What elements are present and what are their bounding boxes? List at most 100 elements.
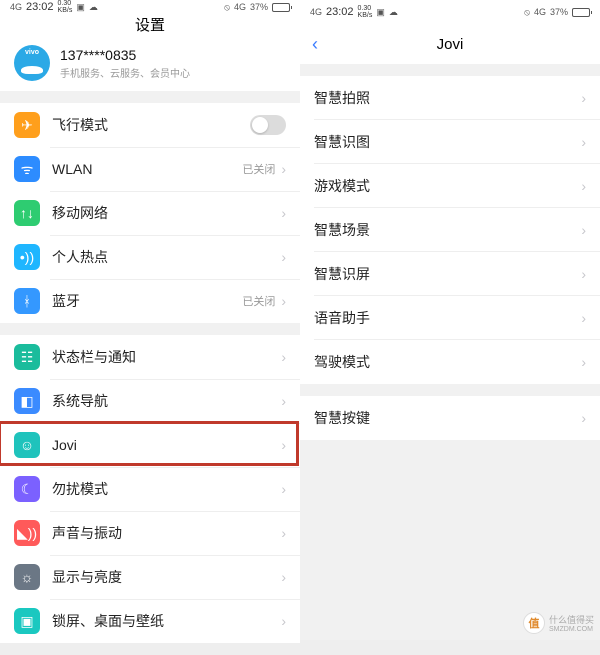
chevron-right-icon: › bbox=[281, 249, 286, 265]
jovi-row[interactable]: 游戏模式› bbox=[300, 164, 600, 208]
row-airplane[interactable]: ✈ 飞行模式 bbox=[0, 103, 300, 147]
bluetooth-icon: ᚼ bbox=[14, 288, 40, 314]
row-hotspot[interactable]: •)) 个人热点› bbox=[0, 235, 300, 279]
airplane-icon: ✈ bbox=[14, 112, 40, 138]
lockscreen-icon: ▣ bbox=[14, 608, 40, 634]
row-label: 语音助手 bbox=[314, 308, 581, 328]
chevron-right-icon: › bbox=[281, 525, 286, 541]
row-label: 智慧拍照 bbox=[314, 88, 581, 108]
chevron-right-icon: › bbox=[281, 613, 286, 629]
row-jovi[interactable]: ☺ Jovi› bbox=[0, 423, 300, 467]
row-sound[interactable]: ◣)) 声音与振动› bbox=[0, 511, 300, 555]
watermark-text: 什么值得买 bbox=[549, 613, 594, 626]
status-bar: 4G 23:02 0.30KB/s ▣ ☁ ⦸ 4G 37% bbox=[0, 0, 300, 14]
chevron-right-icon: › bbox=[281, 205, 286, 221]
row-label: 游戏模式 bbox=[314, 176, 581, 196]
display-icon: ☼ bbox=[14, 564, 40, 590]
right-screen: 4G 23:02 0.30KB/s ▣ ☁ ⦸ 4G 37% ‹ Jovi 智慧… bbox=[300, 0, 600, 640]
row-display[interactable]: ☼显示与亮度› bbox=[0, 555, 300, 599]
sound-icon: ◣)) bbox=[14, 520, 40, 546]
left-screen: 4G 23:02 0.30KB/s ▣ ☁ ⦸ 4G 37% 设置 137***… bbox=[0, 0, 300, 640]
jovi-row[interactable]: 智慧识屏› bbox=[300, 252, 600, 296]
clock: 23:02 bbox=[326, 6, 354, 18]
battery-pct: 37% bbox=[550, 7, 568, 17]
jovi-row[interactable]: 智慧识图› bbox=[300, 120, 600, 164]
jovi-row[interactable]: 智慧拍照› bbox=[300, 76, 600, 120]
status-bar: 4G 23:02 0.30KB/s ▣ ☁ ⦸ 4G 37% bbox=[300, 0, 600, 24]
row-label: 移动网络 bbox=[52, 203, 281, 223]
clock: 23:02 bbox=[26, 1, 54, 13]
row-label: 勿扰模式 bbox=[52, 479, 281, 499]
row-dnd[interactable]: ☾ 勿扰模式› bbox=[0, 467, 300, 511]
watermark-site: SMZDM.COM bbox=[549, 626, 594, 633]
chevron-right-icon: › bbox=[281, 437, 286, 453]
row-label: 智慧场景 bbox=[314, 220, 581, 240]
chevron-right-icon: › bbox=[581, 178, 586, 194]
row-label: 飞行模式 bbox=[52, 115, 250, 135]
jovi-row[interactable]: 智慧场景› bbox=[300, 208, 600, 252]
row-label: 声音与振动 bbox=[52, 523, 281, 543]
chevron-right-icon: › bbox=[281, 161, 286, 177]
row-label: 驾驶模式 bbox=[314, 352, 581, 372]
row-status: 已关闭 bbox=[242, 293, 275, 309]
net-icon: 4G bbox=[534, 7, 546, 17]
row-mobile-net[interactable]: ↑↓ 移动网络› bbox=[0, 191, 300, 235]
row-lockscreen[interactable]: ▣ 锁屏、桌面与壁纸› bbox=[0, 599, 300, 643]
row-label: 蓝牙 bbox=[52, 291, 242, 311]
back-button[interactable]: ‹ bbox=[312, 34, 318, 55]
row-bluetooth[interactable]: ᚼ蓝牙已关闭› bbox=[0, 279, 300, 323]
account-row[interactable]: 137****0835 手机服务、云服务、会员中心 bbox=[0, 35, 300, 91]
chevron-right-icon: › bbox=[581, 90, 586, 106]
signal-4g-icon: 4G bbox=[10, 2, 22, 12]
account-sub: 手机服务、云服务、会员中心 bbox=[60, 65, 190, 80]
dnd-icon: ☾ bbox=[14, 476, 40, 502]
mobile-net-icon: ↑↓ bbox=[14, 200, 40, 226]
page-title: Jovi bbox=[437, 36, 464, 53]
mute-icon: ⦸ bbox=[224, 2, 230, 13]
jovi-row[interactable]: 智慧按键› bbox=[300, 396, 600, 440]
status-notif-icon: ☷ bbox=[14, 344, 40, 370]
row-label: 锁屏、桌面与壁纸 bbox=[52, 611, 281, 631]
row-label: 状态栏与通知 bbox=[52, 347, 281, 367]
watermark: 值 什么值得买 SMZDM.COM bbox=[523, 612, 594, 634]
account-phone: 137****0835 bbox=[60, 47, 190, 63]
row-label: 智慧按键 bbox=[314, 408, 581, 428]
jovi-row[interactable]: 语音助手› bbox=[300, 296, 600, 340]
chevron-right-icon: › bbox=[581, 410, 586, 426]
row-wlan[interactable]: ᯤ WLAN已关闭 › bbox=[0, 147, 300, 191]
cloud-icon: ☁ bbox=[389, 7, 398, 18]
battery-pct: 37% bbox=[250, 2, 268, 12]
airplane-toggle[interactable] bbox=[250, 115, 286, 135]
net-rate: 0.30KB/s bbox=[58, 0, 73, 14]
page-title: 设置 bbox=[135, 14, 165, 35]
settings-list: ✈飞行模式ᯤWLAN已关闭›↑↓移动网络›•))个人热点›ᚼ蓝牙已关闭›☷状态栏… bbox=[0, 103, 300, 655]
row-label: WLAN bbox=[52, 161, 242, 177]
row-label: 智慧识图 bbox=[314, 132, 581, 152]
row-status-notif[interactable]: ☷状态栏与通知› bbox=[0, 335, 300, 379]
watermark-badge-icon: 值 bbox=[523, 612, 545, 634]
jovi-list: 智慧拍照›智慧识图›游戏模式›智慧场景›智慧识屏›语音助手›驾驶模式›智慧按键› bbox=[300, 76, 600, 440]
chevron-right-icon: › bbox=[281, 393, 286, 409]
camera-icon: ▣ bbox=[76, 2, 85, 13]
battery-icon bbox=[272, 3, 290, 12]
chevron-right-icon: › bbox=[281, 481, 286, 497]
row-label: 个人热点 bbox=[52, 247, 281, 267]
jovi-icon: ☺ bbox=[14, 432, 40, 458]
chevron-right-icon: › bbox=[581, 354, 586, 370]
camera-icon: ▣ bbox=[376, 7, 385, 18]
net-rate: 0.30KB/s bbox=[358, 5, 373, 19]
row-sys-nav[interactable]: ◧系统导航› bbox=[0, 379, 300, 423]
row-label: 系统导航 bbox=[52, 391, 281, 411]
net-icon: 4G bbox=[234, 2, 246, 12]
chevron-right-icon: › bbox=[581, 222, 586, 238]
jovi-row[interactable]: 驾驶模式› bbox=[300, 340, 600, 384]
chevron-right-icon: › bbox=[581, 310, 586, 326]
row-label: 显示与亮度 bbox=[52, 567, 281, 587]
wlan-icon: ᯤ bbox=[14, 156, 40, 182]
row-label: Jovi bbox=[52, 437, 281, 453]
signal-4g-icon: 4G bbox=[310, 7, 322, 17]
battery-icon bbox=[572, 8, 590, 17]
row-status: 已关闭 bbox=[242, 161, 275, 177]
hotspot-icon: •)) bbox=[14, 244, 40, 270]
nav-header: 设置 bbox=[0, 14, 300, 35]
